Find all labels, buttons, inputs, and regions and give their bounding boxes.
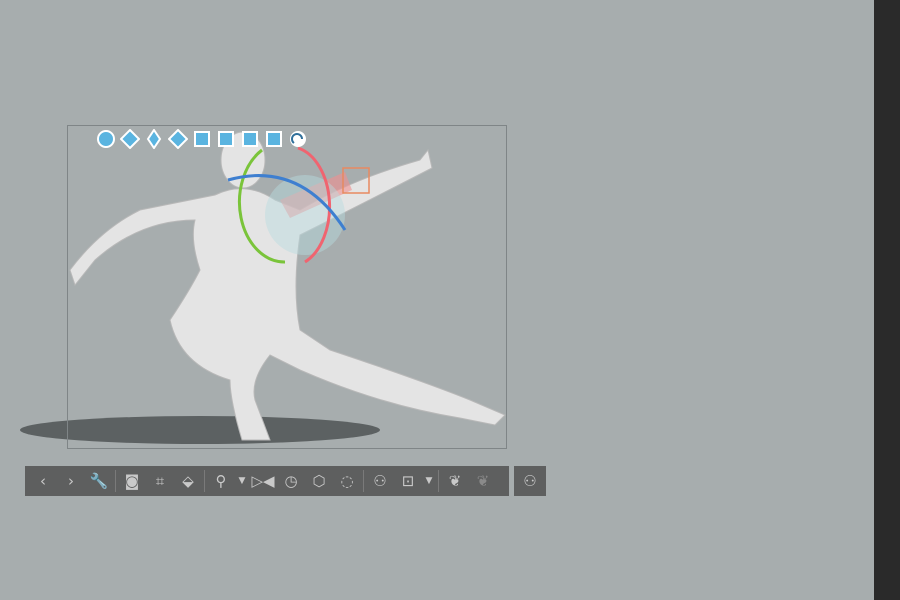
wrench-icon[interactable]: 🔧 [85, 468, 113, 494]
flip-pose-icon[interactable]: ▷◀ [249, 468, 277, 494]
camera-frame [67, 125, 507, 449]
camera-pan-icon[interactable] [119, 127, 141, 151]
body-size-icon[interactable]: ⚇ [516, 468, 544, 494]
body-shape-icon[interactable]: ⊡ [394, 468, 422, 494]
toolbar-separator [115, 470, 116, 492]
unlock-joint-icon[interactable]: ❦ [469, 468, 497, 494]
ground-icon[interactable]: ⬙ [174, 468, 202, 494]
camera-icon[interactable]: ◙ [118, 468, 146, 494]
camera-rotate-icon[interactable] [95, 127, 117, 151]
rotate-view-icon[interactable] [215, 127, 237, 151]
reset-all-icon[interactable]: ◌ [333, 468, 361, 494]
next-icon[interactable]: › [57, 468, 85, 494]
manipulator-bar [95, 127, 309, 153]
lock-joint-icon[interactable]: ❦ [441, 468, 469, 494]
dropdown-icon[interactable]: ▼ [235, 468, 249, 494]
toolbar-separator [204, 470, 205, 492]
object-launcher-extra: ⚇ [514, 466, 546, 496]
reset-pose-icon[interactable]: ◷ [277, 468, 305, 494]
reset-rotation-icon[interactable]: ⬡ [305, 468, 333, 494]
dropdown-icon[interactable]: ▼ [422, 468, 436, 494]
camera-dolly-icon[interactable] [143, 127, 165, 151]
toolbar-separator [363, 470, 364, 492]
magnet-snap-icon[interactable] [287, 127, 309, 151]
previous-icon[interactable]: ‹ [29, 468, 57, 494]
register-body-shape-icon[interactable]: ⚇ [366, 468, 394, 494]
object-launcher-toolbar: ‹ › 🔧 ◙ ⌗ ⬙ ⚲ ▼ ▷◀ ◷ ⬡ ◌ ⚇ ⊡ ▼ ❦ ❦ [25, 466, 509, 496]
toolbar-separator [438, 470, 439, 492]
rotate-plane-icon[interactable] [239, 127, 261, 151]
fit-view-icon[interactable]: ⌗ [146, 468, 174, 494]
rotate-icon[interactable] [191, 127, 213, 151]
move-plane-icon[interactable] [167, 127, 189, 151]
pose-add-icon[interactable]: ⚲ [207, 468, 235, 494]
move-3d-icon[interactable] [263, 127, 285, 151]
